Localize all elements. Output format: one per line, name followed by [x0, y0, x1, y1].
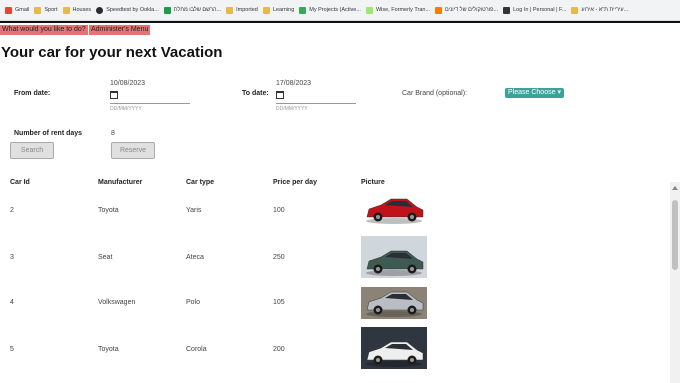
bookmark-icon: [96, 6, 104, 14]
from-date-value: 10/08/2023: [110, 80, 146, 87]
bookmark-label: הרשם שלבו מחלת...: [173, 7, 222, 13]
cell-type: Corola: [186, 346, 207, 353]
col-header-manufacturer: Manufacturer: [98, 179, 143, 186]
bookmark-item[interactable]: My Projects (Active...: [299, 6, 361, 14]
bookmark-label: פורטוקולים של דיונים...: [445, 7, 499, 13]
cell-price: 105: [273, 299, 285, 306]
chevron-down-icon: ▾: [557, 89, 561, 96]
bookmark-item[interactable]: Learning: [262, 6, 295, 14]
bookmark-label: Gmail: [15, 7, 30, 13]
to-date-field[interactable]: 17/08/2023 DD/MM/YYYY: [276, 80, 356, 112]
bookmark-label: Houses: [72, 7, 92, 13]
bookmark-item[interactable]: Wise, Formerly Tran...: [365, 6, 431, 14]
bookmark-icon: [365, 6, 373, 14]
bookmark-item[interactable]: עיריית ת"א - אירוע...: [571, 6, 629, 14]
scrollbar-thumb[interactable]: [672, 200, 678, 270]
car-brand-select[interactable]: Please Choose ▾: [505, 88, 564, 98]
cell-id: 3: [10, 254, 14, 261]
bookmark-icon: [163, 6, 171, 14]
bookmark-item[interactable]: Imported: [226, 6, 258, 14]
bookmark-icon: [503, 6, 511, 14]
calendar-icon[interactable]: [110, 91, 118, 99]
bookmark-item[interactable]: הרשם שלבו מחלת...: [163, 6, 222, 14]
cell-type: Ateca: [186, 254, 204, 261]
rent-days-value: 8: [111, 130, 115, 137]
car-picture: [361, 287, 427, 319]
scrollbar[interactable]: [670, 182, 680, 383]
bookmark-label: My Projects (Active...: [309, 7, 361, 13]
cell-id: 2: [10, 207, 14, 214]
bookmark-label: עיריית ת"א - אירוע...: [581, 7, 629, 13]
cell-price: 100: [273, 207, 285, 214]
bookmarks-bar: Gmail Sport Houses Speedtest by Ookla... הרש…: [0, 0, 680, 21]
car-brand-label: Car Brand (optional):: [402, 90, 467, 97]
folder-icon: [262, 6, 270, 14]
bookmark-icon: [5, 6, 12, 14]
rent-days-label: Number of rent days: [14, 130, 83, 137]
from-date-label: From date:: [14, 90, 51, 97]
bookmark-label: Learning: [272, 7, 295, 13]
from-date-underline: [110, 103, 190, 104]
cell-price: 250: [273, 254, 285, 261]
app-topbar: [0, 21, 680, 23]
bookmark-label: Sport: [44, 7, 58, 13]
cell-id: 5: [10, 346, 14, 353]
reserve-button[interactable]: Reserve: [111, 142, 155, 159]
bookmark-item[interactable]: Log In | Personal | F...: [503, 6, 567, 14]
bookmark-label: Log In | Personal | F...: [513, 7, 567, 13]
bookmark-item[interactable]: Gmail: [5, 6, 30, 14]
cell-id: 4: [10, 299, 14, 306]
bookmark-label: Imported: [236, 7, 258, 13]
folder-icon: [571, 6, 579, 14]
folder-icon: [226, 6, 234, 14]
to-date-underline: [276, 103, 356, 104]
admin-menu-button[interactable]: Administer's Menu: [89, 25, 151, 35]
car-picture: [361, 327, 427, 369]
cell-manufacturer: Seat: [98, 254, 113, 261]
col-header-picture: Picture: [361, 179, 385, 186]
page-title: Your car for your next Vacation: [1, 44, 223, 61]
to-date-label: To date:: [242, 90, 269, 97]
bookmark-item[interactable]: Speedtest by Ookla...: [96, 6, 159, 14]
calendar-icon[interactable]: [276, 91, 284, 99]
cell-manufacturer: Toyota: [98, 207, 119, 214]
scroll-up-icon[interactable]: [672, 186, 678, 190]
what-menu-button[interactable]: What would you like to do?: [0, 25, 88, 35]
col-header-price: Price per day: [273, 179, 317, 186]
from-date-field[interactable]: 10/08/2023 DD/MM/YYYY: [110, 80, 190, 112]
bookmark-label: Speedtest by Ookla...: [106, 7, 159, 13]
from-date-placeholder: DD/MM/YYYY: [110, 106, 142, 112]
to-date-value: 17/08/2023: [276, 80, 312, 87]
folder-icon: [34, 6, 42, 14]
bookmark-item[interactable]: Houses: [62, 6, 92, 14]
car-brand-selected: Please Choose: [508, 89, 556, 96]
cell-price: 200: [273, 346, 285, 353]
bookmark-label: Wise, Formerly Tran...: [375, 7, 431, 13]
col-header-car-type: Car type: [186, 179, 215, 186]
bookmark-icon: [299, 6, 307, 14]
cell-manufacturer: Toyota: [98, 346, 119, 353]
car-picture: [361, 236, 427, 278]
to-date-placeholder: DD/MM/YYYY: [276, 106, 308, 112]
col-header-car-id: Car Id: [10, 179, 30, 186]
bookmark-item[interactable]: Sport: [34, 6, 58, 14]
cell-type: Yaris: [186, 207, 202, 214]
bookmark-item[interactable]: פורטוקולים של דיונים...: [435, 6, 499, 14]
search-button[interactable]: Search: [10, 142, 54, 159]
bookmark-icon: [435, 6, 443, 14]
folder-icon: [62, 6, 70, 14]
cell-type: Polo: [186, 299, 201, 306]
cell-manufacturer: Volkswagen: [98, 299, 136, 306]
car-picture: [361, 194, 427, 226]
